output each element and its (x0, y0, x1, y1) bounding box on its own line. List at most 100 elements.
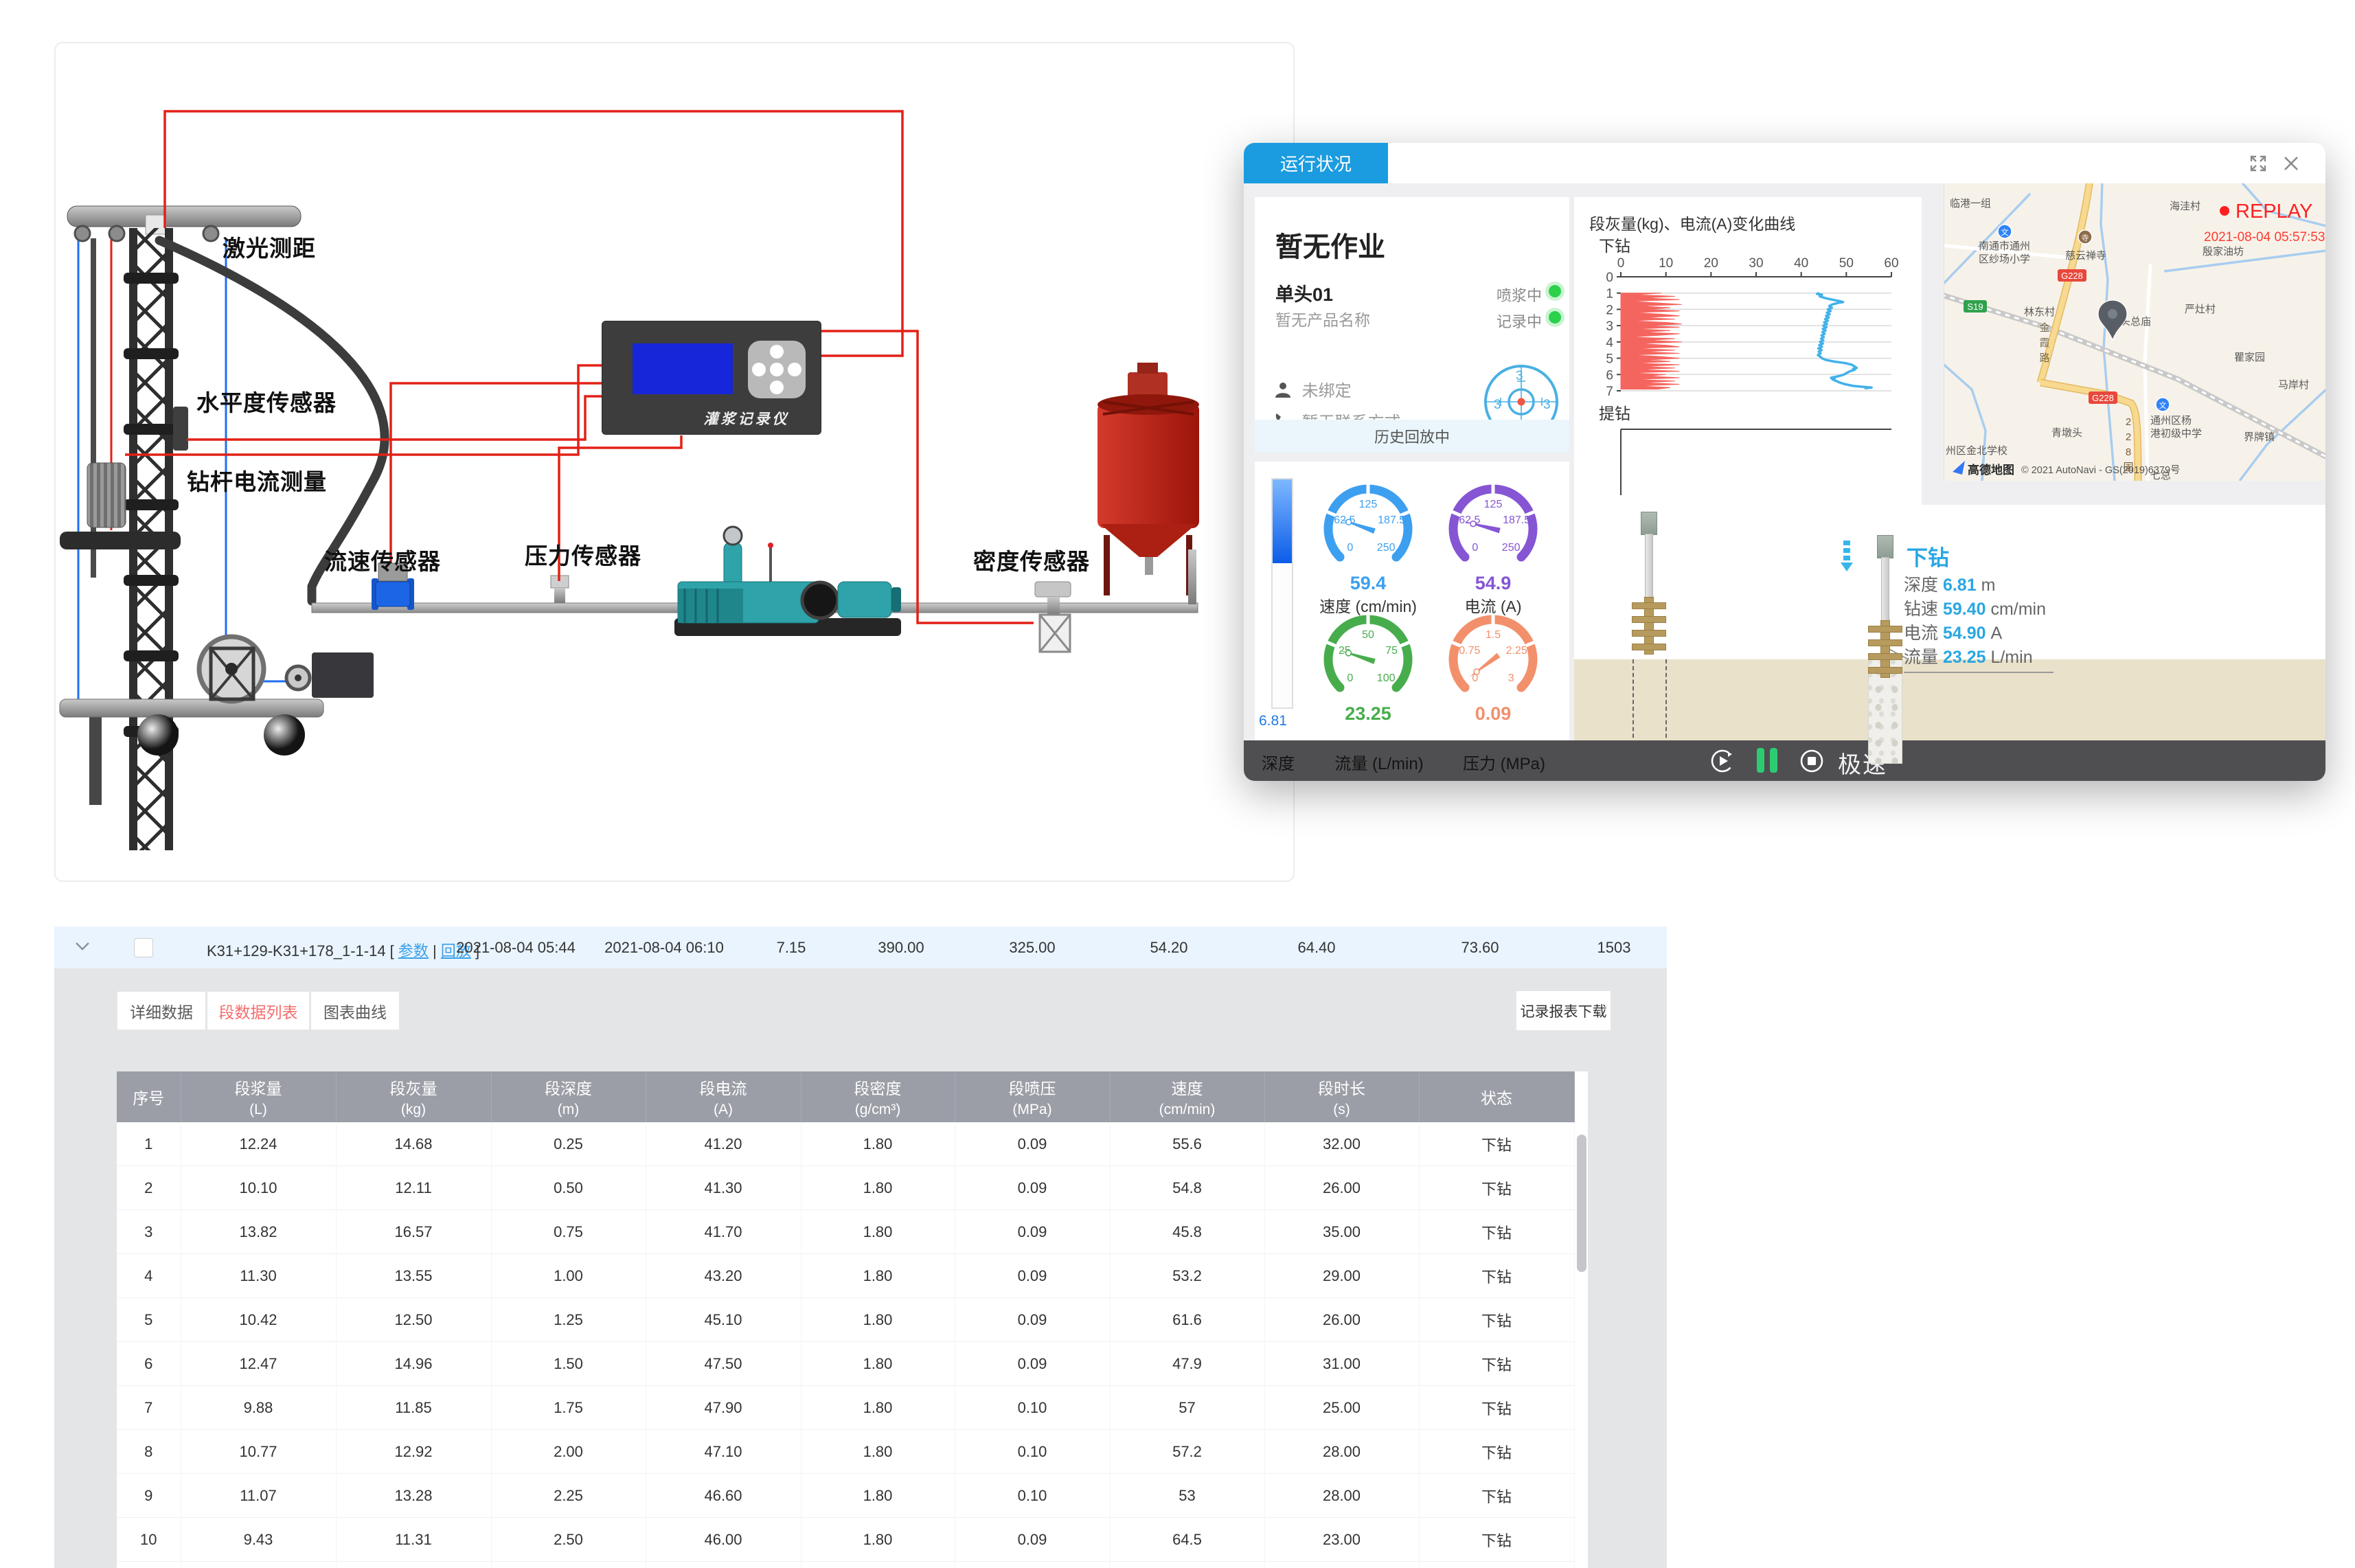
svg-text:40: 40 (1794, 256, 1808, 271)
table-cell: 下钻 (1419, 1474, 1574, 1518)
svg-text:区纱场小学: 区纱场小学 (1979, 253, 2030, 265)
lifting-profile-chart (1588, 424, 1908, 499)
svg-text:瞿家园: 瞿家园 (2234, 352, 2265, 363)
table-row[interactable]: 313.8216.570.7541.701.800.0945.835.00下钻 (117, 1210, 1574, 1254)
table-cell: 9 (117, 1474, 181, 1518)
table-row[interactable]: 612.4714.961.5047.501.800.0947.931.00下钻 (117, 1342, 1574, 1386)
tab-2[interactable]: 图表曲线 (310, 991, 400, 1030)
gauge-value: 23.25 (1310, 703, 1426, 725)
table-cell: 下钻 (1419, 1210, 1574, 1254)
table-cell: 47.50 (646, 1342, 801, 1386)
table-cell: 6 (117, 1342, 181, 1386)
pause-button[interactable] (1757, 748, 1779, 773)
close-icon[interactable] (2282, 154, 2301, 173)
table-cell: 47.10 (646, 1430, 801, 1474)
label-pressure-sensor: 压力传感器 (525, 538, 641, 571)
table-cell: 53 (1110, 1474, 1264, 1518)
table-cell: 2.75 (491, 1562, 646, 1568)
svg-text:125: 125 (1484, 499, 1503, 510)
records-panel: K31+129-K31+178_1-1-14 [ 参数 | 回放 ] 2021-… (54, 927, 1667, 1568)
svg-text:250: 250 (1502, 542, 1521, 554)
table-row[interactable]: 1113.1015.712.7545.601.800.094533.00下钻 (117, 1562, 1574, 1568)
table-cell: 0.09 (955, 1254, 1110, 1298)
table-row[interactable]: 510.4212.501.2545.101.800.0961.626.00下钻 (117, 1298, 1574, 1342)
table-cell: 11.30 (181, 1254, 336, 1298)
table-cell: 61.6 (1110, 1298, 1264, 1342)
tab-0[interactable]: 详细数据 (117, 991, 206, 1030)
right-drill-cap (1877, 535, 1893, 558)
table-cell: 13.55 (336, 1254, 491, 1298)
fullscreen-icon[interactable] (2249, 154, 2268, 173)
table-cell: 0.09 (955, 1166, 1110, 1210)
tab-running-status[interactable]: 运行状况 (1244, 143, 1388, 183)
table-cell: 12.24 (181, 1122, 336, 1166)
table-cell: 16.57 (336, 1210, 491, 1254)
recorder-keypad[interactable] (748, 341, 806, 398)
svg-text:50: 50 (1839, 256, 1854, 271)
record-summary-value: 7.15 (777, 939, 806, 957)
page: 灌浆记录仪 激光测距 水平度传感器 钻杆电流测量 流速传感器 压力传感器 密度传… (0, 0, 2355, 1568)
table-row[interactable]: 112.2414.680.2541.201.800.0955.632.00下钻 (117, 1122, 1574, 1166)
record-status-label: 记录中 (1497, 310, 1542, 332)
params-link[interactable]: 参数 (398, 942, 429, 959)
svg-text:0.75: 0.75 (1459, 645, 1480, 657)
table-row[interactable]: 911.0713.282.2546.601.800.105328.00下钻 (117, 1474, 1574, 1518)
depth-bar-value: 6.81 (1259, 713, 1287, 729)
table-cell: 29.00 (1264, 1254, 1419, 1298)
gauges-card: 6.81 062.5125187.525059.4速度 (cm/min)062.… (1255, 462, 1569, 740)
record-end-time: 2021-08-04 06:10 (604, 939, 724, 957)
stop-button[interactable] (1799, 748, 1825, 774)
drill-info-line: 钻速 59.40 cm/min (1904, 598, 2053, 622)
label-rod-current: 钻杆电流测量 (187, 464, 327, 497)
record-row-expanded[interactable]: K31+129-K31+178_1-1-14 [ 参数 | 回放 ] 2021-… (54, 927, 1667, 968)
svg-text:250: 250 (1377, 542, 1396, 554)
product-name: 暂无产品名称 (1275, 307, 1370, 330)
segment-data-table: 序号段浆量(L)段灰量(kg)段深度(m)段电流(A)段密度(g/cm³)段喷压… (117, 1071, 1575, 1568)
col-header: 段电流(A) (646, 1071, 801, 1122)
table-cell: 1.80 (801, 1166, 955, 1210)
svg-text:海洼村: 海洼村 (2170, 201, 2200, 212)
col-header: 段密度(g/cm³) (801, 1071, 955, 1122)
tab-1[interactable]: 段数据列表 (207, 991, 310, 1030)
download-report-button[interactable]: 记录报表下载 (1516, 991, 1611, 1030)
svg-text:50: 50 (1362, 629, 1374, 641)
table-cell: 0.09 (955, 1210, 1110, 1254)
table-cell: 11 (117, 1562, 181, 1568)
record-summary-value: 73.60 (1461, 939, 1499, 957)
svg-text:20: 20 (1704, 256, 1718, 271)
record-checkbox[interactable] (134, 938, 153, 957)
table-row[interactable]: 411.3013.551.0043.201.800.0953.229.00下钻 (117, 1254, 1574, 1298)
svg-text:5: 5 (1606, 352, 1613, 367)
user-icon (1274, 380, 1297, 403)
table-cell: 12.92 (336, 1430, 491, 1474)
grout-recorder-device: 灌浆记录仪 (602, 321, 821, 434)
equipment-diagram-graphic (56, 43, 1293, 880)
table-cell: 1.80 (801, 1562, 955, 1568)
svg-text:临港一组: 临港一组 (1950, 198, 1991, 209)
table-scrollbar-thumb[interactable] (1577, 1135, 1586, 1272)
table-row[interactable]: 109.4311.312.5046.001.800.0964.523.00下钻 (117, 1518, 1574, 1562)
table-cell: 下钻 (1419, 1430, 1574, 1474)
record-summary-value: 390.00 (878, 939, 924, 957)
svg-text:1: 1 (1606, 287, 1613, 302)
table-cell: 0.10 (955, 1430, 1110, 1474)
table-cell: 0.09 (955, 1518, 1110, 1562)
svg-text:高德地图: 高德地图 (1968, 463, 2014, 477)
label-laser-ranging: 激光测距 (223, 230, 316, 263)
table-cell: 25.00 (1264, 1386, 1419, 1430)
depth-axis-label: 深度 (1262, 750, 1295, 774)
table-cell: 5 (117, 1298, 181, 1342)
table-row[interactable]: 79.8811.851.7547.901.800.105725.00下钻 (117, 1386, 1574, 1430)
chevron-down-icon[interactable] (75, 942, 90, 951)
svg-text:100: 100 (1377, 672, 1396, 684)
table-cell: 43.20 (646, 1254, 801, 1298)
drilling-profile-chart: 010203040506001234567 (1588, 252, 1908, 396)
map-graphic: 金霞路228国G228G228S19临港一组文南通市通州区纱场小学寺慈云禅寺海洼… (1944, 183, 2325, 481)
replay-button[interactable] (1709, 748, 1736, 774)
table-row[interactable]: 810.7712.922.0047.101.800.1057.228.00下钻 (117, 1430, 1574, 1474)
table-cell: 11.85 (336, 1386, 491, 1430)
table-cell: 0.09 (955, 1342, 1110, 1386)
table-row[interactable]: 210.1012.110.5041.301.800.0954.826.00下钻 (117, 1166, 1574, 1210)
location-map[interactable]: 金霞路228国G228G228S19临港一组文南通市通州区纱场小学寺慈云禅寺海洼… (1944, 183, 2325, 481)
depth-bar-gauge (1271, 478, 1293, 709)
